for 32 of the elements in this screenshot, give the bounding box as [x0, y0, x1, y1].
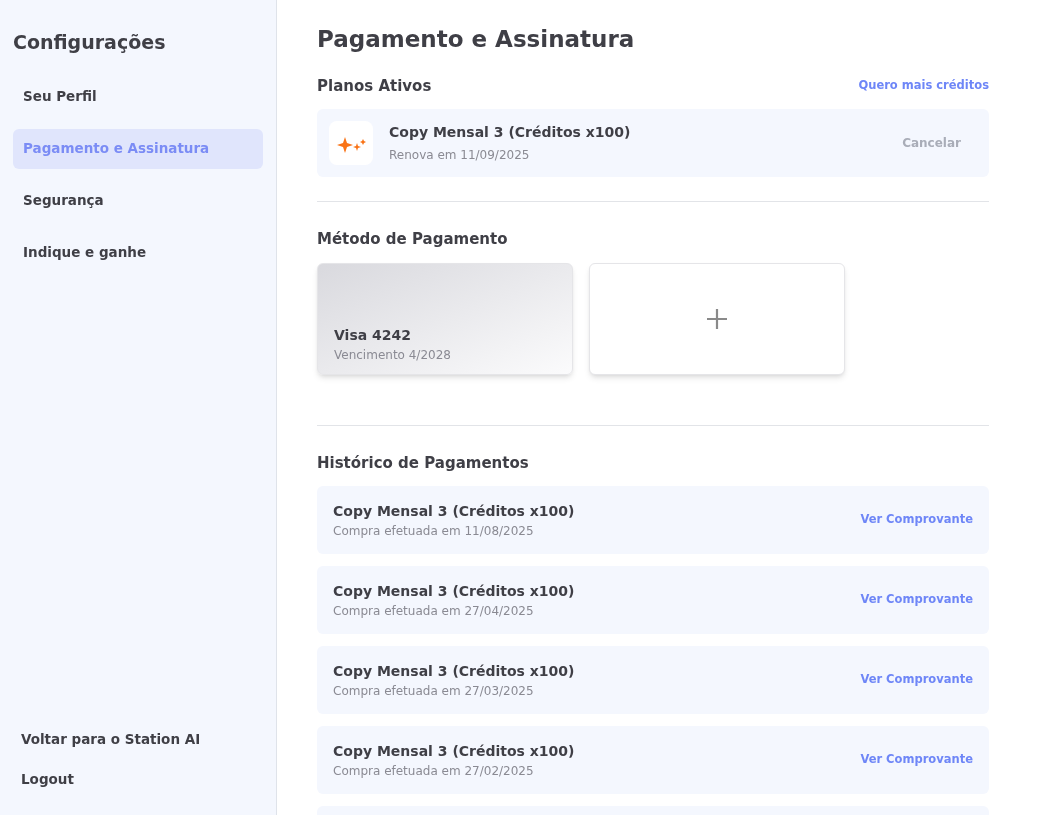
sidebar-link[interactable]: Voltar para o Station AI: [21, 728, 255, 749]
sparkles-icon: [329, 121, 373, 165]
credit-card[interactable]: Visa 4242 Vencimento 4/2028: [317, 262, 573, 375]
history-item-name: Copy Mensal 3 (Créditos x100): [333, 581, 576, 601]
history-item-name: Copy Mensal 3 (Créditos x100): [333, 741, 576, 761]
card-name: Visa 4242: [334, 325, 412, 345]
sidebar-title: Configurações: [13, 30, 167, 55]
more-credits-link[interactable]: Quero mais créditos: [858, 77, 989, 95]
section-heading: Planos Ativos: [317, 75, 432, 97]
sidebar-link[interactable]: Logout: [21, 768, 255, 789]
plus-icon: [706, 307, 728, 330]
history-item-date: Compra efetuada em 27/04/2025: [333, 602, 535, 620]
receipt-link[interactable]: Ver Comprovante: [860, 751, 973, 769]
receipt-link[interactable]: Ver Comprovante: [860, 671, 973, 689]
plan-name: Copy Mensal 3 (Créditos x100): [389, 123, 632, 142]
sidebar-item[interactable]: Indique e ganhe: [13, 232, 263, 273]
sidebar-item[interactable]: Seu Perfil: [13, 76, 263, 117]
sidebar-item[interactable]: Pagamento e Assinatura: [13, 128, 263, 169]
card-expiry: Vencimento 4/2028: [334, 346, 452, 364]
sidebar-item[interactable]: Segurança: [13, 180, 263, 221]
history-item-date: Compra efetuada em 27/03/2025: [333, 682, 535, 700]
receipt-link[interactable]: Ver Comprovante: [860, 591, 973, 609]
page-title: Pagamento e Assinatura: [317, 25, 636, 54]
section-heading: Histórico de Pagamentos: [317, 452, 530, 474]
section-heading: Método de Pagamento: [317, 229, 509, 250]
history-item-date: Compra efetuada em 11/08/2025: [333, 522, 535, 540]
receipt-link[interactable]: Ver Comprovante: [860, 511, 973, 529]
add-card-button[interactable]: [589, 262, 845, 375]
plan-renewal: Renova em 11/09/2025: [389, 147, 531, 164]
history-item-name: Copy Mensal 3 (Créditos x100): [333, 501, 576, 521]
history-item-name: Copy Mensal 3 (Créditos x100): [333, 661, 576, 681]
history-item-date: Compra efetuada em 27/02/2025: [333, 762, 535, 780]
